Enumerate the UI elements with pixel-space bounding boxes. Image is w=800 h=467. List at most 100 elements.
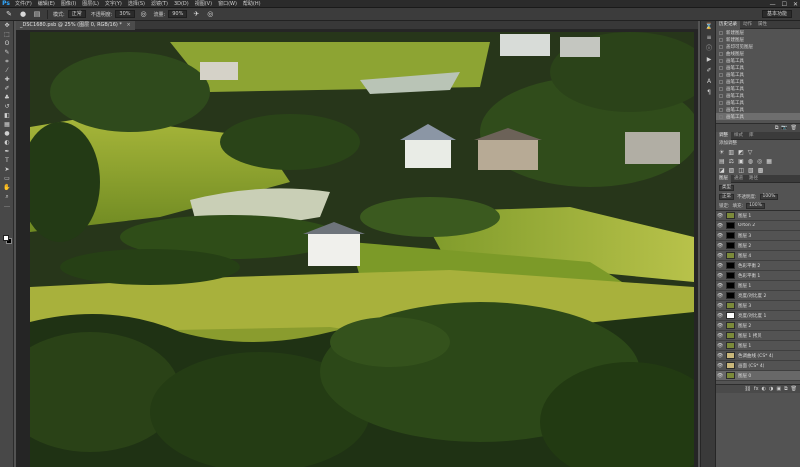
layers-footer-icon[interactable]: ▣ [776,386,781,392]
history-item[interactable]: 新建图层 [716,29,800,36]
airbrush-icon[interactable]: ✈ [191,9,201,19]
history-item[interactable]: 画笔工具 [716,92,800,99]
adjustment-icon[interactable]: ⚖ [729,158,734,165]
layers-footer-icon[interactable]: ⧉ [784,386,788,392]
history-item[interactable]: 新建图层 [716,36,800,43]
menu-item[interactable]: 文件(F) [12,0,35,8]
layers-footer-icon[interactable]: 🗑 [791,386,797,392]
properties-panel-icon[interactable]: ≡ [701,32,717,43]
adjustment-icon[interactable]: ▥ [728,149,734,156]
adjustment-icon[interactable]: ▣ [738,158,744,165]
layer-row[interactable]: 👁 亮度/对比度 1 [716,311,800,321]
visibility-eye-icon[interactable]: 👁 [716,303,724,309]
shape-tool-icon[interactable]: ▭ [0,174,14,183]
visibility-eye-icon[interactable]: 👁 [716,213,724,219]
menu-item[interactable]: 编辑(E) [35,0,58,8]
adjustment-icon[interactable]: ◎ [757,158,762,165]
menu-item[interactable]: 滤镜(T) [148,0,171,8]
adjustment-icon[interactable]: ▧ [748,167,754,174]
close-window-button[interactable]: ✕ [793,1,798,8]
layer-opacity-input[interactable]: 100% [759,193,779,200]
lasso-tool-icon[interactable]: ʘ [0,39,14,48]
blend-mode-select[interactable]: 正常 [719,193,734,200]
layer-row[interactable]: 👁 图层 1 拷贝 [716,331,800,341]
adjustment-icon[interactable]: ▨ [729,167,735,174]
history-item[interactable]: 画笔工具 [716,64,800,71]
layer-row[interactable]: 👁 图层 1 [716,341,800,351]
quick-select-tool-icon[interactable]: ✎ [0,48,14,57]
layer-row[interactable]: 👁 图层 2 [716,241,800,251]
history-item[interactable]: 画笔工具 [716,113,800,120]
brush-tool-icon[interactable]: ✐ [0,84,14,93]
layers-footer-icon[interactable]: ⛓ [744,386,750,392]
opacity-input[interactable]: 30% [115,10,135,18]
brush-preset-icon[interactable]: ✎ [4,9,14,19]
visibility-eye-icon[interactable]: 👁 [716,323,724,329]
visibility-eye-icon[interactable]: 👁 [716,253,724,259]
layers-footer-icon[interactable]: ◑ [769,386,773,392]
history-footer-icon[interactable]: 📷 [781,125,787,131]
history-footer-icon[interactable]: 🗑 [791,125,797,131]
type-tool-icon[interactable]: T [0,156,14,165]
history-item[interactable]: 盖印可见图层 [716,43,800,50]
minimize-button[interactable]: — [770,1,776,8]
layer-kind-filter[interactable]: 类型 [719,184,734,191]
history-item[interactable]: 画笔工具 [716,106,800,113]
adjustment-icon[interactable]: ◩ [738,149,744,156]
history-item[interactable]: 曲线图层 [716,50,800,57]
eyedropper-tool-icon[interactable]: ⁄ [0,66,14,75]
gradient-tool-icon[interactable]: ▦ [0,120,14,129]
menu-item[interactable]: 选择(S) [125,0,148,8]
adjustment-icon[interactable]: ◫ [738,167,744,174]
foreground-color-swatch[interactable] [3,235,9,241]
layer-row[interactable]: 👁 色彩平衡 1 [716,271,800,281]
adjustment-icon[interactable]: ◍ [748,158,753,165]
layer-row[interactable]: 👁 色调曲线 (CS* 4) [716,351,800,361]
tab-layers_panel-0[interactable]: 图层 [716,174,731,183]
history-item[interactable]: 画笔工具 [716,99,800,106]
menu-item[interactable]: 3D(D) [171,0,192,8]
info-panel-icon[interactable]: ⓘ [701,43,717,54]
visibility-eye-icon[interactable]: 👁 [716,273,724,279]
layer-row[interactable]: 👁 图层 3 [716,301,800,311]
tab-layers_panel-2[interactable]: 路径 [746,175,761,183]
layer-fill-input[interactable]: 100% [746,202,765,209]
adjustment-icon[interactable]: ▦ [766,158,772,165]
layer-row[interactable]: 👁 图层 3 [716,231,800,241]
brush-panel-icon[interactable]: ✐ [701,65,717,76]
visibility-eye-icon[interactable]: 👁 [716,343,724,349]
adjustment-icon[interactable]: ▩ [758,167,764,174]
visibility-eye-icon[interactable]: 👁 [716,353,724,359]
eraser-tool-icon[interactable]: ◧ [0,111,14,120]
layer-row[interactable]: 👁 亮度/对比度 2 [716,291,800,301]
layer-row[interactable]: 👁 图层 1 [716,281,800,291]
hand-tool-icon[interactable]: ✋ [0,183,14,192]
history-panel-icon[interactable]: ⌛ [701,21,717,32]
tab-layers_panel-1[interactable]: 通道 [731,175,746,183]
history-brush-tool-icon[interactable]: ↺ [0,102,14,111]
visibility-eye-icon[interactable]: 👁 [716,293,724,299]
visibility-eye-icon[interactable]: 👁 [716,243,724,249]
clone-stamp-tool-icon[interactable]: ♣ [0,93,14,102]
adjustment-icon[interactable]: ◪ [719,167,725,174]
layer-row[interactable]: 👁 图层 0 [716,371,800,381]
visibility-eye-icon[interactable]: 👁 [716,233,724,239]
healing-brush-tool-icon[interactable]: ✚ [0,75,14,84]
history-item[interactable]: 画笔工具 [716,78,800,85]
move-tool-icon[interactable]: ✥ [0,21,14,30]
paragraph-panel-icon[interactable]: ¶ [701,87,717,98]
layers-footer-icon[interactable]: fx [754,386,759,392]
menu-item[interactable]: 图像(I) [58,0,79,8]
tab-history_panel-1[interactable]: 动作 [740,21,755,29]
layer-row[interactable]: 👁 图层 4 [716,251,800,261]
tab-adjustments_panel-1[interactable]: 样式 [731,132,746,140]
visibility-eye-icon[interactable]: 👁 [716,333,724,339]
menu-item[interactable]: 文字(Y) [102,0,125,8]
tab-history_panel-0[interactable]: 历史记录 [716,20,740,29]
path-select-tool-icon[interactable]: ➤ [0,165,14,174]
layers-footer-icon[interactable]: ◐ [762,386,766,392]
layer-row[interactable]: 👁 图层 1 [716,211,800,221]
visibility-eye-icon[interactable]: 👁 [716,363,724,369]
maximize-button[interactable]: ☐ [782,1,787,8]
character-panel-icon[interactable]: A [701,76,717,87]
